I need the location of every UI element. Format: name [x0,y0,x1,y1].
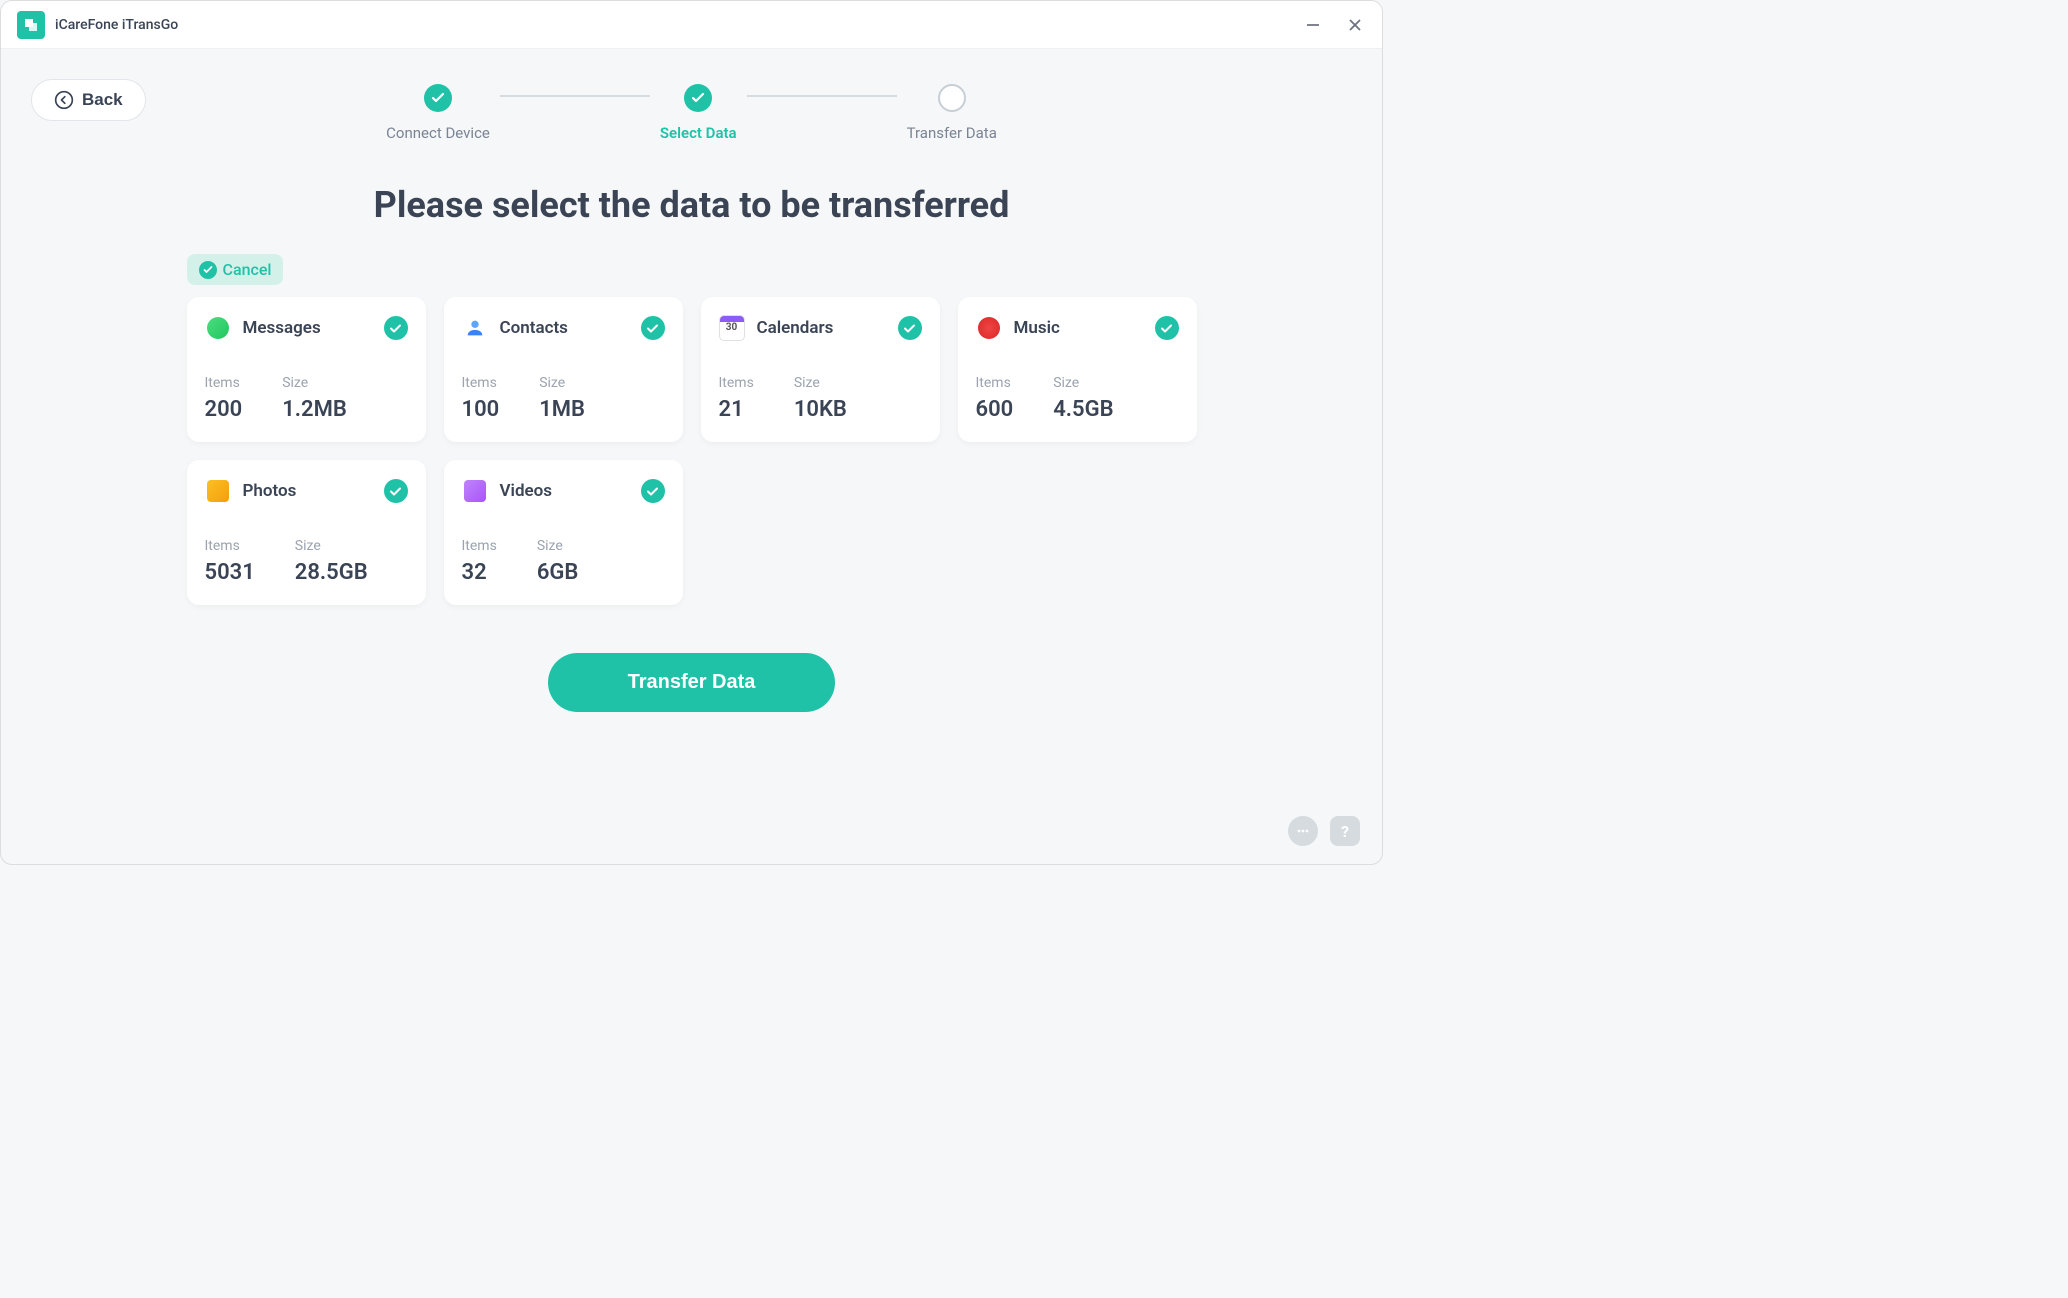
step-line [500,95,650,97]
items-label: Items [205,375,243,391]
card-checkbox[interactable] [384,316,408,340]
step-line [747,95,897,97]
app-logo [17,11,45,39]
data-card-videos[interactable]: Videos Items 32 Size 6GB [444,460,683,605]
close-button[interactable] [1348,18,1362,32]
cancel-selection-button[interactable]: Cancel [187,254,284,285]
size-value: 28.5GB [295,560,368,585]
data-type-grid: Messages Items 200 Size 1.2MB Contacts Items 10… [187,297,1197,605]
step-label: Select Data [660,124,737,142]
videos-icon [462,478,488,504]
back-button[interactable]: Back [31,79,146,121]
items-value: 5031 [205,560,255,585]
size-value: 1MB [539,397,585,422]
step-circle-active [684,84,712,112]
step-transfer-data: Transfer Data [907,84,997,142]
size-value: 1.2MB [282,397,347,422]
size-label: Size [282,375,347,391]
data-card-photos[interactable]: Photos Items 5031 Size 28.5GB [187,460,426,605]
step-circle-pending [938,84,966,112]
size-value: 10KB [794,397,847,422]
items-value: 600 [976,397,1014,422]
card-title: Calendars [757,318,834,338]
step-label: Transfer Data [907,124,997,142]
size-label: Size [794,375,847,391]
card-checkbox[interactable] [898,316,922,340]
items-label: Items [719,375,754,391]
size-label: Size [539,375,585,391]
step-circle-done [424,84,452,112]
items-value: 21 [719,397,754,422]
contacts-icon [462,315,488,341]
data-card-calendars[interactable]: Calendars Items 21 Size 10KB [701,297,940,442]
size-value: 6GB [537,560,579,585]
items-label: Items [976,375,1014,391]
card-title: Videos [500,481,553,501]
back-label: Back [82,90,123,110]
card-title: Photos [243,481,297,501]
minimize-button[interactable] [1306,18,1320,32]
items-label: Items [205,538,255,554]
check-icon [691,91,705,105]
items-label: Items [462,538,497,554]
size-label: Size [537,538,579,554]
check-icon [431,91,445,105]
items-value: 200 [205,397,243,422]
help-icon[interactable]: ? [1330,816,1360,846]
check-icon [199,261,217,279]
photos-icon [205,478,231,504]
step-select-data: Select Data [660,84,737,142]
data-card-contacts[interactable]: Contacts Items 100 Size 1MB [444,297,683,442]
card-checkbox[interactable] [641,479,665,503]
chat-icon[interactable] [1288,816,1318,846]
arrow-left-icon [54,90,74,110]
size-label: Size [1053,375,1113,391]
step-connect-device: Connect Device [386,84,490,142]
card-checkbox[interactable] [641,316,665,340]
items-label: Items [462,375,500,391]
data-card-messages[interactable]: Messages Items 200 Size 1.2MB [187,297,426,442]
messages-icon [205,315,231,341]
data-card-music[interactable]: Music Items 600 Size 4.5GB [958,297,1197,442]
stepper: Connect Device Select Data Transfer Data [31,49,1352,142]
items-value: 100 [462,397,500,422]
card-title: Messages [243,318,321,338]
card-title: Music [1014,318,1060,338]
size-label: Size [295,538,368,554]
card-checkbox[interactable] [384,479,408,503]
card-checkbox[interactable] [1155,316,1179,340]
items-value: 32 [462,560,497,585]
cancel-label: Cancel [223,260,272,279]
size-value: 4.5GB [1053,397,1113,422]
step-label: Connect Device [386,124,490,142]
page-title: Please select the data to be transferred [31,184,1352,226]
card-title: Contacts [500,318,568,338]
music-icon [976,315,1002,341]
titlebar: iCareFone iTransGo [1,1,1382,49]
transfer-data-button[interactable]: Transfer Data [548,653,836,712]
app-title: iCareFone iTransGo [55,17,178,33]
calendars-icon [719,315,745,341]
